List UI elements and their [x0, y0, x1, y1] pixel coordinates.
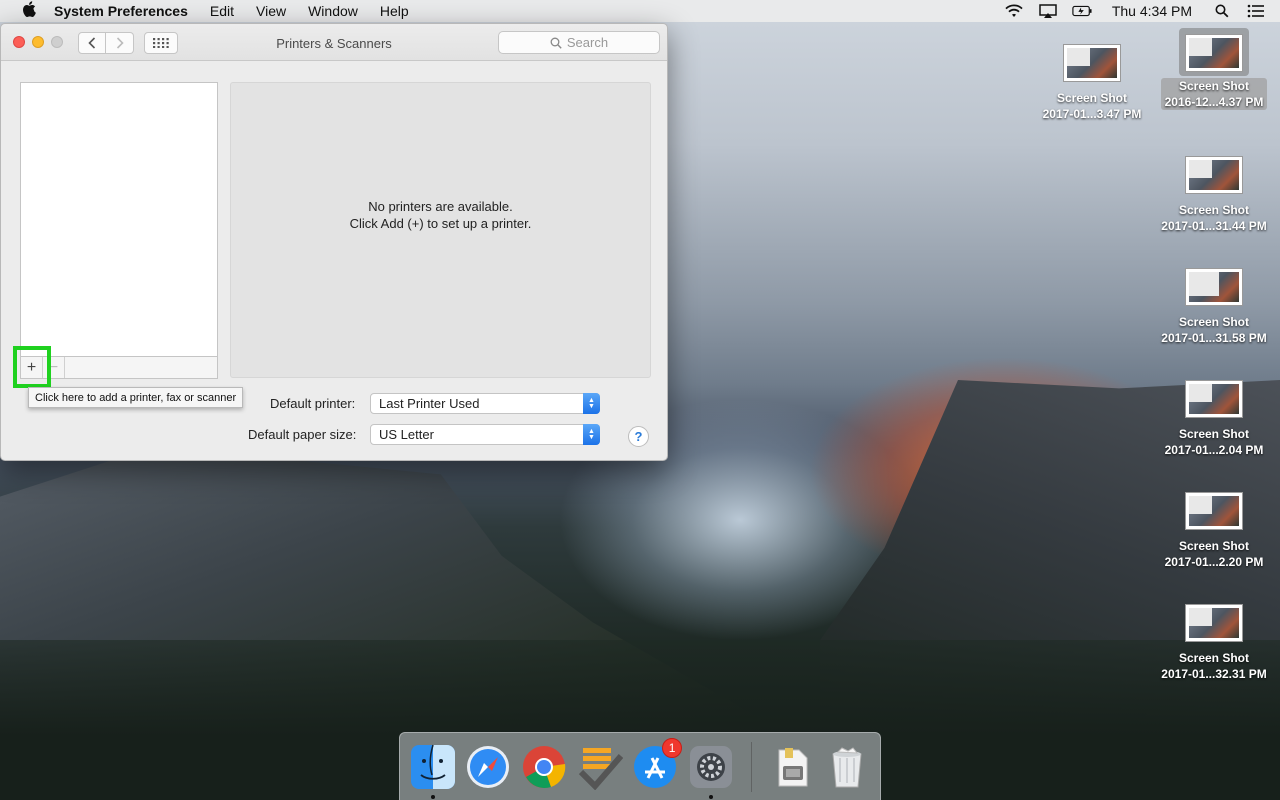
menu-app-name[interactable]: System Preferences: [54, 3, 199, 19]
empty-message-line2: Click Add (+) to set up a printer.: [349, 216, 532, 231]
desktop-file-screenshot[interactable]: Screen Shot 2017-01...32.31 PM: [1154, 604, 1274, 682]
app-store-icon[interactable]: 1: [632, 737, 683, 791]
screenshot-thumbnail-icon: [1185, 604, 1243, 642]
help-button[interactable]: ?: [628, 426, 649, 447]
airplay-icon[interactable]: [1038, 3, 1058, 19]
screenshot-thumbnail-icon: [1185, 268, 1243, 306]
dock: 1: [399, 732, 881, 800]
menu-help[interactable]: Help: [369, 3, 420, 19]
file-name-line1: Screen Shot: [1178, 651, 1250, 665]
minimize-button[interactable]: [32, 36, 44, 48]
search-icon: [550, 37, 562, 49]
paper-size-popup[interactable]: US Letter ▲ ▼: [370, 424, 600, 445]
desktop-file-screenshot-selected[interactable]: Screen Shot 2016-12...4.37 PM: [1154, 28, 1274, 110]
wifi-icon[interactable]: [1004, 3, 1024, 19]
file-name-line2: 2017-01...31.58 PM: [1161, 331, 1267, 345]
file-name-line2: 2017-01...2.20 PM: [1164, 555, 1264, 569]
close-button[interactable]: [13, 36, 25, 48]
dock-separator: [750, 741, 752, 792]
spotlight-search-icon[interactable]: [1212, 3, 1232, 19]
zoom-button[interactable]: [51, 36, 63, 48]
screenshot-thumbnail-icon: [1185, 492, 1243, 530]
desktop-file-screenshot[interactable]: Screen Shot 2017-01...2.04 PM: [1154, 380, 1274, 458]
desktop-file-screenshot[interactable]: Screen Shot 2017-01...2.20 PM: [1154, 492, 1274, 570]
file-name-line1: Screen Shot: [1178, 203, 1250, 217]
todo-icon[interactable]: [576, 743, 624, 791]
file-name-line1: Screen Shot: [1178, 79, 1249, 93]
file-name-line2: 2017-01...31.44 PM: [1161, 219, 1267, 233]
screenshot-thumbnail-icon: [1185, 380, 1243, 418]
window-titlebar[interactable]: Printers & Scanners Search: [1, 24, 667, 61]
file-name-line2: 2016-12...4.37 PM: [1164, 95, 1264, 109]
chevron-left-icon: [88, 37, 96, 49]
paper-size-label: Default paper size:: [248, 427, 357, 442]
printer-list[interactable]: [20, 82, 218, 357]
file-name-line1: Screen Shot: [1056, 91, 1127, 105]
file-name-line2: 2017-01...3.47 PM: [1042, 107, 1142, 121]
desktop-file-screenshot[interactable]: Screen Shot 2017-01...3.47 PM: [1032, 44, 1152, 122]
popup-stepper-icon: ▲ ▼: [583, 393, 600, 414]
back-button[interactable]: [78, 32, 106, 54]
search-field[interactable]: Search: [498, 31, 660, 54]
menu-edit[interactable]: Edit: [199, 3, 245, 19]
finder-icon[interactable]: [409, 743, 457, 799]
paper-size-value: US Letter: [379, 427, 434, 442]
add-button-highlight: [13, 346, 51, 388]
screenshot-thumbnail-icon: [1185, 156, 1243, 194]
add-printer-tooltip: Click here to add a printer, fax or scan…: [28, 387, 244, 408]
apple-menu-icon[interactable]: [18, 1, 40, 21]
downloads-stack-icon[interactable]: [768, 743, 816, 791]
trash-icon[interactable]: [823, 743, 871, 791]
desktop-file-screenshot[interactable]: Screen Shot 2017-01...31.58 PM: [1154, 268, 1274, 346]
search-placeholder: Search: [566, 35, 609, 50]
app-store-badge: 1: [662, 737, 683, 758]
printers-scanners-window: Printers & Scanners Search + − No printe…: [0, 23, 668, 461]
file-name-line1: Screen Shot: [1178, 315, 1250, 329]
show-all-button[interactable]: [144, 32, 178, 54]
menu-window[interactable]: Window: [297, 3, 369, 19]
chrome-icon[interactable]: [520, 743, 568, 791]
desktop-file-screenshot[interactable]: Screen Shot 2017-01...31.44 PM: [1154, 156, 1274, 234]
file-name-line1: Screen Shot: [1178, 427, 1249, 441]
file-name-line2: 2017-01...2.04 PM: [1164, 443, 1264, 457]
notification-center-icon[interactable]: [1246, 3, 1266, 19]
system-preferences-icon[interactable]: [687, 743, 735, 799]
chevron-right-icon: [116, 37, 124, 49]
screenshot-thumbnail-icon: [1063, 44, 1121, 82]
printer-detail-panel: No printers are available. Click Add (+)…: [230, 82, 651, 378]
screenshot-thumbnail-icon: [1185, 34, 1243, 72]
default-printer-label: Default printer:: [270, 396, 356, 411]
menu-view[interactable]: View: [245, 3, 297, 19]
grid-icon: [153, 38, 169, 48]
default-printer-popup[interactable]: Last Printer Used ▲ ▼: [370, 393, 600, 414]
default-printer-value: Last Printer Used: [379, 396, 480, 411]
menubar-clock[interactable]: Thu 4:34 PM: [1112, 3, 1192, 19]
forward-button[interactable]: [106, 32, 134, 54]
battery-icon[interactable]: [1072, 3, 1092, 19]
file-name-line2: 2017-01...32.31 PM: [1161, 667, 1267, 681]
safari-icon[interactable]: [465, 743, 513, 791]
file-name-line1: Screen Shot: [1178, 539, 1249, 553]
empty-message-line1: No printers are available.: [368, 199, 513, 214]
menu-bar: System Preferences Edit View Window Help…: [0, 0, 1280, 22]
popup-stepper-icon: ▲ ▼: [583, 424, 600, 445]
